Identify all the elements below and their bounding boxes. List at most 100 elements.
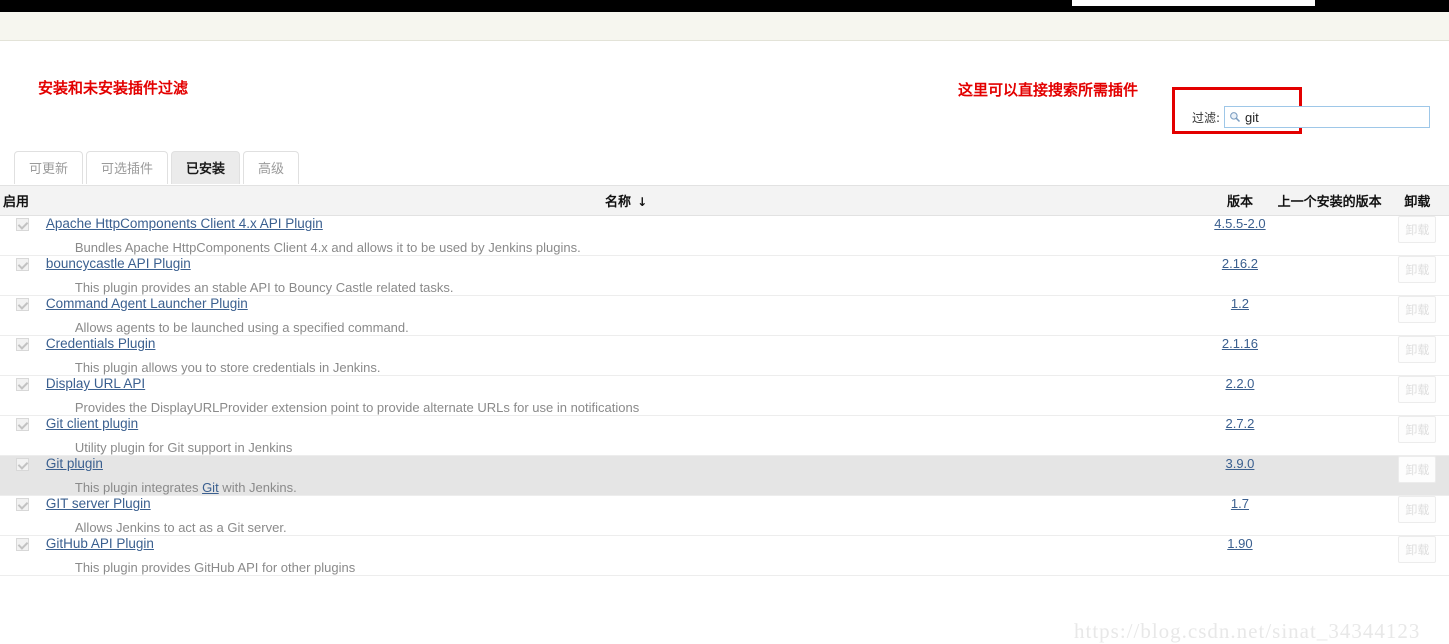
- cell-name: Command Agent Launcher Plugin Allows agen…: [45, 295, 1207, 336]
- plugin-name-link[interactable]: Display URL API: [46, 376, 145, 391]
- tab-advanced[interactable]: 高级: [243, 151, 300, 184]
- uninstall-button[interactable]: 卸载: [1398, 416, 1437, 443]
- uninstall-button[interactable]: 卸载: [1398, 256, 1437, 283]
- search-input[interactable]: git: [1224, 106, 1431, 128]
- plugin-description-text: This plugin allows you to store credenti…: [74, 360, 381, 375]
- plugin-description: Utility plugin for Git support in Jenkin…: [46, 440, 1206, 455]
- cell-enable: [0, 255, 46, 296]
- cell-uninstall: 卸载: [1385, 255, 1449, 296]
- plugin-name-link[interactable]: Git plugin: [46, 456, 103, 471]
- plugin-table: 启用 名称 ↓ 版本 上一个安装的版本 卸载 Apache HttpCompone…: [0, 185, 1449, 576]
- plugin-description-text: This plugin integrates: [74, 480, 203, 495]
- plugin-name-link[interactable]: Command Agent Launcher Plugin: [46, 296, 248, 311]
- uninstall-button[interactable]: 卸载: [1398, 376, 1437, 403]
- cell-version: 3.9.0: [1206, 455, 1274, 496]
- plugin-version-link[interactable]: 2.16.2: [1222, 256, 1258, 271]
- uninstall-button[interactable]: 卸载: [1398, 536, 1437, 563]
- plugin-description-text: Provides the DisplayURLProvider extensio…: [74, 400, 640, 415]
- plugin-description: Allows Jenkins to act as a Git server.: [46, 520, 1206, 535]
- plugin-version-link[interactable]: 2.2.0: [1225, 376, 1254, 391]
- plugin-description-text: This plugin provides an stable API to Bo…: [74, 280, 454, 295]
- plugin-description: This plugin provides an stable API to Bo…: [46, 280, 1206, 295]
- plugin-description-link[interactable]: Git: [202, 480, 219, 495]
- enable-checkbox[interactable]: [16, 218, 30, 232]
- table-row: GitHub API Plugin This plugin provides Gi…: [0, 535, 1449, 576]
- plugin-description: Provides the DisplayURLProvider extensio…: [46, 400, 1206, 415]
- plugin-description-text: Bundles Apache HttpComponents Client 4.x…: [74, 240, 581, 255]
- plugin-description: Allows agents to be launched using a spe…: [46, 320, 1206, 335]
- cell-uninstall: 卸载: [1385, 295, 1449, 336]
- cell-uninstall: 卸载: [1385, 495, 1449, 536]
- cell-enable: [0, 375, 46, 416]
- plugin-version-link[interactable]: 3.9.0: [1225, 456, 1254, 471]
- search-input-value: git: [1245, 109, 1259, 125]
- column-header-enable[interactable]: 启用: [0, 185, 46, 216]
- plugin-version-link[interactable]: 2.7.2: [1225, 416, 1254, 431]
- plugin-name-link[interactable]: Apache HttpComponents Client 4.x API Plu…: [46, 216, 323, 231]
- plugin-name-link[interactable]: bouncycastle API Plugin: [46, 256, 191, 271]
- uninstall-button[interactable]: 卸载: [1398, 456, 1437, 483]
- cell-uninstall: 卸载: [1385, 535, 1449, 576]
- annotation-installed-filter: 安装和未安装插件过滤: [38, 79, 189, 97]
- enable-checkbox[interactable]: [16, 258, 30, 272]
- cell-previous-version: [1273, 415, 1386, 456]
- plugin-name-link[interactable]: Credentials Plugin: [46, 336, 156, 351]
- cell-uninstall: 卸载: [1385, 415, 1449, 456]
- cell-name: Display URL API Provides the DisplayURLPr…: [45, 375, 1207, 416]
- enable-checkbox[interactable]: [16, 418, 30, 432]
- plugin-version-link[interactable]: 1.90: [1227, 536, 1252, 551]
- uninstall-button[interactable]: 卸载: [1398, 216, 1437, 243]
- plugin-version-link[interactable]: 4.5.5-2.0: [1214, 216, 1265, 231]
- tab-installed[interactable]: 已安装: [171, 151, 241, 184]
- column-header-previous-version[interactable]: 上一个安装的版本: [1273, 185, 1386, 216]
- plugin-description: This plugin allows you to store credenti…: [46, 360, 1206, 375]
- cell-previous-version: [1273, 215, 1386, 256]
- enable-checkbox[interactable]: [16, 538, 30, 552]
- plugin-description-text: Allows agents to be launched using a spe…: [74, 320, 409, 335]
- cell-uninstall: 卸载: [1385, 335, 1449, 376]
- column-header-version[interactable]: 版本: [1206, 185, 1274, 216]
- cell-previous-version: [1273, 535, 1386, 576]
- cell-previous-version: [1273, 375, 1386, 416]
- plugin-name-link[interactable]: GitHub API Plugin: [46, 536, 154, 551]
- plugin-version-link[interactable]: 2.1.16: [1222, 336, 1258, 351]
- annotation-search-hint: 这里可以直接搜索所需插件: [958, 81, 1139, 99]
- cell-enable: [0, 415, 46, 456]
- cell-previous-version: [1273, 495, 1386, 536]
- cell-name: Git plugin This plugin integrates Git wit…: [45, 455, 1207, 496]
- uninstall-button[interactable]: 卸载: [1398, 296, 1437, 323]
- cell-name: Credentials Plugin This plugin allows you…: [45, 335, 1207, 376]
- tab-available[interactable]: 可选插件: [86, 151, 169, 184]
- cell-enable: [0, 295, 46, 336]
- tab-updates[interactable]: 可更新: [14, 151, 84, 184]
- cell-version: 2.7.2: [1206, 415, 1274, 456]
- enable-checkbox[interactable]: [16, 338, 30, 352]
- enable-checkbox[interactable]: [16, 458, 30, 472]
- table-header-row: 启用 名称 ↓ 版本 上一个安装的版本 卸载: [0, 185, 1449, 216]
- enable-checkbox[interactable]: [16, 498, 30, 512]
- table-row: bouncycastle API Plugin This plugin provi…: [0, 255, 1449, 296]
- plugin-table-body: Apache HttpComponents Client 4.x API Plu…: [0, 215, 1449, 576]
- uninstall-button[interactable]: 卸载: [1398, 336, 1437, 363]
- cell-name: Git client plugin Utility plugin for Git …: [45, 415, 1207, 456]
- cell-enable: [0, 455, 46, 496]
- filter-label: 过滤:: [1192, 110, 1221, 125]
- table-row: Git client plugin Utility plugin for Git …: [0, 415, 1449, 456]
- uninstall-button[interactable]: 卸载: [1398, 496, 1437, 523]
- enable-checkbox[interactable]: [16, 378, 30, 392]
- cell-previous-version: [1273, 335, 1386, 376]
- plugin-version-link[interactable]: 1.7: [1231, 496, 1249, 511]
- enable-checkbox[interactable]: [16, 298, 30, 312]
- plugin-version-link[interactable]: 1.2: [1231, 296, 1249, 311]
- cell-name: GitHub API Plugin This plugin provides Gi…: [45, 535, 1207, 576]
- cell-version: 1.7: [1206, 495, 1274, 536]
- table-row: Command Agent Launcher Plugin Allows agen…: [0, 295, 1449, 336]
- column-header-name[interactable]: 名称 ↓: [45, 185, 1207, 216]
- watermark: https://blog.csdn.net/sinat_34344123: [1074, 619, 1421, 643]
- cell-enable: [0, 535, 46, 576]
- plugin-name-link[interactable]: GIT server Plugin: [46, 496, 151, 511]
- filter-area: 过滤: git: [1192, 106, 1431, 128]
- plugin-description-text-tail: with Jenkins.: [218, 480, 297, 495]
- plugin-name-link[interactable]: Git client plugin: [46, 416, 138, 431]
- cell-version: 2.16.2: [1206, 255, 1274, 296]
